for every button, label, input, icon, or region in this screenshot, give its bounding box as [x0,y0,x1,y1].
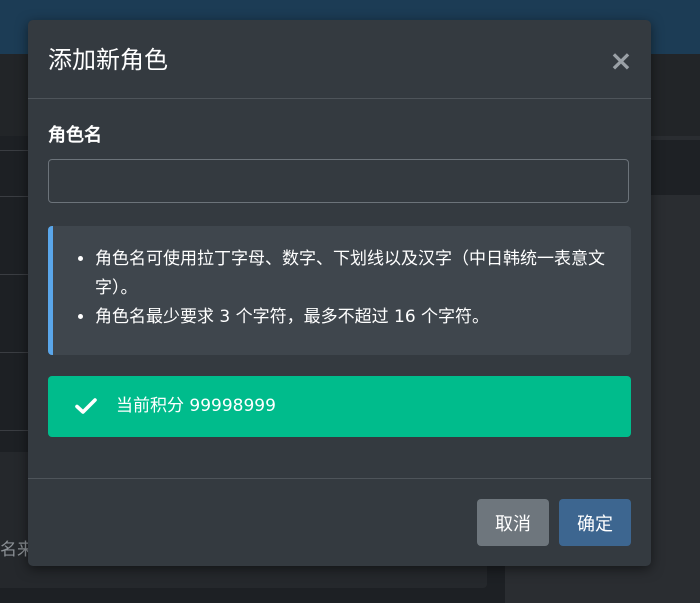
points-text: 当前积分 99998999 [116,396,276,416]
confirm-button[interactable]: 确定 [559,499,631,546]
role-name-label: 角色名 [48,125,102,146]
rule-item: 角色名可使用拉丁字母、数字、下划线以及汉字（中日韩统一表意文字）。 [95,245,605,303]
dialog-title: 添加新角色 [48,46,168,74]
background-divider [0,274,28,275]
dialog-header: 添加新角色 × [28,20,651,99]
add-role-dialog: 添加新角色 × 角色名 角色名可使用拉丁字母、数字、下划线以及汉字（中日韩统一表… [28,20,651,566]
background-divider [0,430,28,431]
dialog-footer: 取消 确定 [28,478,651,566]
cancel-button[interactable]: 取消 [477,499,549,546]
check-icon [75,398,97,414]
rules-list: 角色名可使用拉丁字母、数字、下划线以及汉字（中日韩统一表意文字）。 角色名最少要… [53,245,605,332]
background-divider [0,150,28,151]
role-name-rules: 角色名可使用拉丁字母、数字、下划线以及汉字（中日韩统一表意文字）。 角色名最少要… [48,226,631,355]
points-alert: 当前积分 99998999 [48,376,631,437]
background-divider [0,352,28,353]
rule-item: 角色名最少要求 3 个字符，最多不超过 16 个字符。 [95,303,605,332]
background-partial-text: 名来 [0,540,28,560]
role-name-input[interactable] [48,159,629,203]
background-divider [0,196,28,197]
close-icon[interactable]: × [606,44,636,77]
